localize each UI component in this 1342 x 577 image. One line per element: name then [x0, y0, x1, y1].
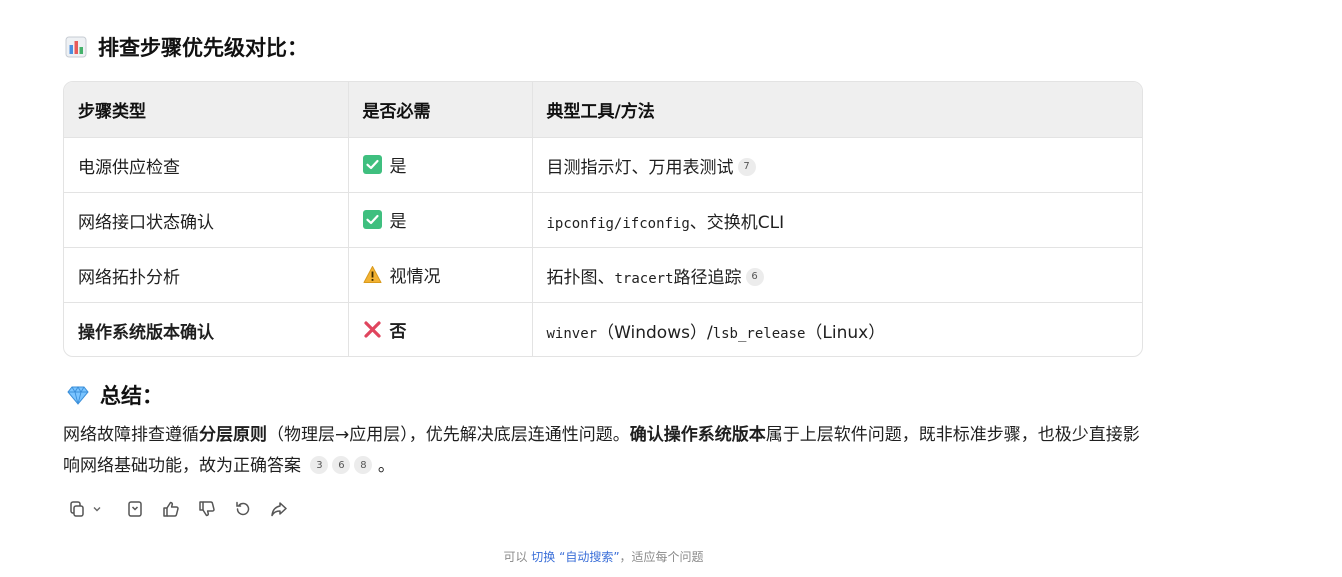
comparison-heading: 排查步骤优先级对比： — [64, 30, 308, 64]
cell-tools: 目测指示灯、万用表测试 7 — [532, 137, 1142, 193]
col-header-step: 步骤类型 — [64, 82, 349, 138]
cell-tools: ipconfig/ifconfig、交换机CLI — [532, 192, 1142, 248]
cell-required: 是 — [348, 137, 533, 193]
chevron-down-icon[interactable] — [90, 498, 104, 520]
bookmark-icon[interactable] — [124, 498, 146, 520]
tool-text: （Windows）/ — [597, 322, 713, 343]
summary-text: 。 — [377, 456, 395, 476]
col-header-required: 是否必需 — [348, 82, 533, 138]
col-header-tools: 典型工具/方法 — [532, 82, 1142, 138]
status-text: 否 — [389, 321, 407, 342]
footer-text: ，适应每个问题 — [619, 550, 704, 564]
summary-text: 网络故障排查遵循 — [63, 425, 199, 445]
thumbs-up-icon[interactable] — [160, 498, 182, 520]
tool-text: 路径追踪 — [673, 267, 742, 288]
summary-bold: 分层原则 — [199, 425, 267, 445]
tool-text: （Linux） — [805, 322, 886, 343]
status-text: 视情况 — [389, 266, 441, 287]
summary-heading: 总结： — [66, 378, 163, 412]
cell-step: 网络接口状态确认 — [64, 192, 349, 248]
bar-chart-icon — [64, 35, 88, 59]
cell-required: 否 — [348, 302, 533, 356]
gem-icon — [66, 383, 90, 407]
table-header-row: 步骤类型 是否必需 典型工具/方法 — [64, 82, 1142, 138]
summary-bold: 确认操作系统版本 — [629, 425, 766, 445]
table-row: 操作系统版本确认 否 winver（Windows）/lsb_release（L… — [64, 302, 1142, 357]
citation-badge[interactable]: 6 — [332, 456, 351, 474]
table-row: 网络接口状态确认 是 ipconfig/ifconfig、交换机CLI — [64, 192, 1142, 248]
summary-paragraph: 网络故障排查遵循分层原则（物理层→应用层），优先解决底层连通性问题。确认操作系统… — [63, 420, 1148, 482]
heading-text: 排查步骤优先级对比： — [98, 36, 308, 60]
cell-step: 操作系统版本确认 — [64, 302, 349, 356]
citation-badge[interactable]: 7 — [737, 157, 756, 176]
status-text: 是 — [389, 211, 407, 232]
table-row: 网络拓扑分析 视情况 拓扑图、tracert路径追踪 6 — [64, 247, 1142, 303]
share-icon[interactable] — [268, 498, 290, 520]
copy-icon[interactable] — [66, 498, 88, 520]
auto-search-toggle-link[interactable]: 切换 “自动搜索” — [531, 550, 619, 564]
check-mark-icon — [362, 154, 382, 174]
citation-badge[interactable]: 8 — [354, 456, 373, 474]
footer-hint: 可以 切换 “自动搜索”，适应每个问题 — [0, 548, 1207, 565]
check-mark-icon — [362, 209, 382, 229]
footer-text: 可以 — [503, 550, 532, 564]
tool-text: 目测指示灯、万用表测试 — [546, 157, 734, 178]
summary-title: 总结： — [100, 384, 163, 408]
tool-code: lsb_release — [712, 325, 806, 342]
tool-code: ipconfig/ifconfig — [546, 215, 690, 232]
cell-step: 电源供应检查 — [64, 137, 349, 193]
cell-tools: 拓扑图、tracert路径追踪 6 — [532, 247, 1142, 303]
message-action-bar — [66, 498, 290, 520]
cell-tools: winver（Windows）/lsb_release（Linux） — [532, 303, 1142, 357]
cell-step: 网络拓扑分析 — [64, 247, 349, 303]
tool-text: 、交换机CLI — [689, 212, 785, 233]
warning-icon — [363, 265, 382, 284]
citation-badge[interactable]: 6 — [745, 267, 764, 286]
status-text: 是 — [389, 156, 407, 177]
cross-mark-icon — [363, 320, 382, 339]
tool-code: winver — [546, 325, 598, 342]
regenerate-icon[interactable] — [232, 498, 254, 520]
summary-text: （物理层→应用层），优先解决底层连通性问题。 — [267, 425, 630, 445]
thumbs-down-icon[interactable] — [196, 498, 218, 520]
priority-table: 步骤类型 是否必需 典型工具/方法 电源供应检查 是 目测指示灯、万用表测试7 — [63, 81, 1143, 357]
citation-badge[interactable]: 3 — [310, 456, 329, 474]
cell-required: 是 — [348, 192, 533, 248]
tool-text: 拓扑图、 — [546, 267, 615, 288]
table-row: 电源供应检查 是 目测指示灯、万用表测试 7 — [64, 137, 1142, 193]
cell-required: 视情况 — [348, 247, 533, 303]
tool-code: tracert — [614, 270, 674, 287]
